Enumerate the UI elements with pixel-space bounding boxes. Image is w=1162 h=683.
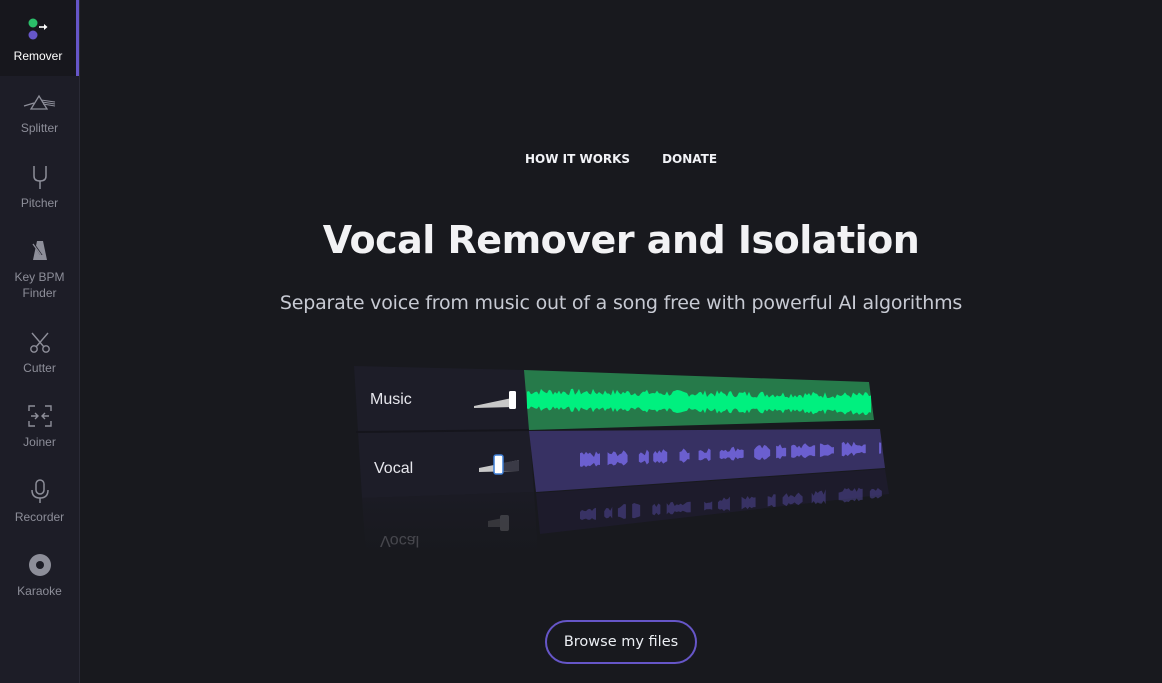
sidebar-item-remover[interactable]: Remover [0,0,79,76]
music-volume-knob [509,391,516,409]
sidebar-item-label: Recorder [14,510,65,524]
remover-icon [24,16,52,44]
sidebar-item-label: Karaoke [17,584,62,598]
music-label: Music [370,391,412,408]
sidebar-item-label: Remover [13,49,63,63]
top-nav: HOW IT WORKS DONATE [80,152,1162,166]
donate-link[interactable]: DONATE [662,152,717,166]
waveform-burst [879,442,882,454]
disc-icon [28,551,52,579]
browse-files-button[interactable]: Browse my files [545,620,697,664]
sidebar-item-label: Pitcher [20,196,59,210]
vocal-label: Vocal [374,460,413,477]
tuning-fork-icon [30,163,50,191]
prism-icon [22,88,58,116]
metronome-icon [30,237,50,265]
sidebar-item-label: Finder [22,286,57,300]
sidebar-item-label: Splitter [20,121,59,135]
sidebar-item-splitter[interactable]: Splitter [0,88,79,136]
sidebar-item-joiner[interactable]: Joiner [0,402,79,450]
sidebar-item-label: Key BPM [14,270,65,284]
microphone-icon [30,477,50,505]
sidebar-item-recorder[interactable]: Recorder [0,477,79,525]
joiner-icon [27,402,53,430]
sidebar-item-cutter[interactable]: Cutter [0,328,79,376]
sidebar-item-label: Joiner [23,435,56,449]
scissors-icon [28,328,52,356]
waveform-burst [580,451,600,468]
mixer-illustration: Music Vocal Vocal [352,364,892,554]
sidebar: Remover Splitter Pitcher Key BPM Finder … [0,0,80,683]
page-title: Vocal Remover and Isolation [322,218,920,262]
page-subtitle: Separate voice from music out of a song … [279,292,963,314]
vocal-volume-knob [493,454,504,475]
how-it-works-link[interactable]: HOW IT WORKS [525,152,630,166]
sidebar-item-label: Cutter [23,361,56,375]
sidebar-item-pitcher[interactable]: Pitcher [0,163,79,211]
sidebar-item-karaoke[interactable]: Karaoke [0,551,79,599]
sidebar-item-key-bpm-finder[interactable]: Key BPM Finder [0,237,79,301]
svg-text:Vocal: Vocal [380,532,419,549]
waveform-burst [632,503,641,519]
